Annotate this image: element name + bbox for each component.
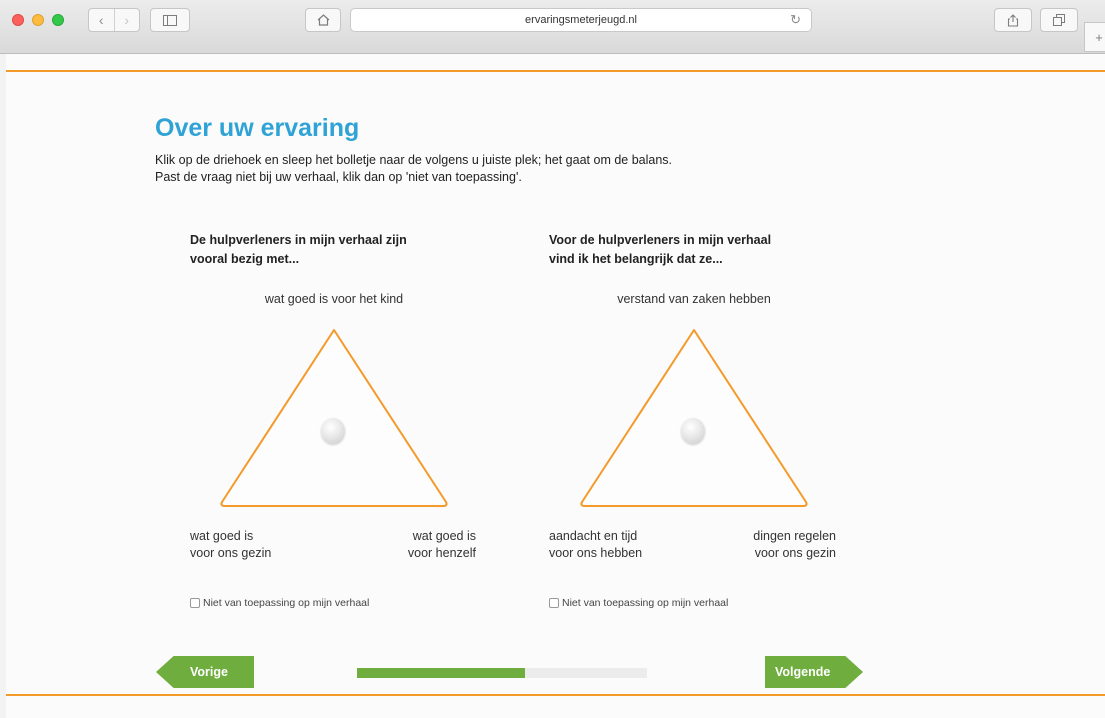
close-window-button[interactable] (12, 14, 24, 26)
progress-bar-fill (357, 668, 526, 678)
progress-bar (357, 668, 647, 678)
question-1-left-label-line-2: voor ons gezin (190, 546, 272, 560)
instructions-line-1: Klik op de driehoek en sleep het bolletj… (155, 153, 673, 167)
question-1-not-applicable-label: Niet van toepassing op mijn verhaal (203, 597, 370, 609)
instructions-line-2: Past de vraag niet bij uw verhaal, klik … (155, 170, 522, 184)
question-2-title: Voor de hulpverleners in mijn verhaal vi… (549, 231, 839, 269)
address-bar[interactable]: ervaringsmeterjeugd.nl ↻ (350, 8, 812, 32)
question-2-left-label-line-1: aandacht en tijd (549, 529, 638, 543)
question-1-left-label: wat goed is voor ons gezin (190, 528, 271, 562)
question-1-drag-handle[interactable] (321, 418, 345, 444)
page-title: Over uw ervaring (155, 114, 360, 142)
question-2-right-label-line-1: dingen regelen (753, 529, 836, 543)
browser-toolbar: ‹ › ervaringsmeterjeugd.nl ↻ + (0, 0, 1105, 54)
question-2-right-label-line-2: voor ons gezin (754, 546, 836, 560)
minimize-window-button[interactable] (32, 14, 44, 26)
question-2-not-applicable-label: Niet van toepassing op mijn verhaal (562, 597, 729, 609)
new-tab-icon[interactable]: + (1084, 22, 1105, 52)
page-content: Over uw ervaring Klik op de driehoek en … (6, 54, 1105, 718)
back-icon[interactable]: ‹ (89, 9, 114, 31)
bottom-divider (6, 694, 1105, 696)
question-1-right-label-line-2: voor henzelf (407, 546, 476, 560)
sidebar-icon[interactable] (150, 8, 190, 32)
question-1-top-label: wat goed is voor het kind (264, 292, 404, 306)
question-1-right-label-line-1: wat goed is (412, 529, 476, 543)
zoom-window-button[interactable] (52, 14, 64, 26)
url-text: ervaringsmeterjeugd.nl (525, 14, 637, 26)
share-icon[interactable] (994, 8, 1032, 32)
instructions: Klik op de driehoek en sleep het bolletj… (155, 152, 672, 186)
question-2-left-label: aandacht en tijd voor ons hebben (549, 528, 642, 562)
question-1-right-label: wat goed is voor henzelf (376, 528, 476, 562)
home-icon[interactable] (305, 8, 341, 32)
question-1-not-applicable-checkbox[interactable] (190, 598, 200, 608)
question-2-drag-handle[interactable] (681, 418, 705, 444)
question-1-title-line-2: vooral bezig met... (190, 252, 300, 266)
question-2-left-label-line-2: voor ons hebben (549, 546, 643, 560)
previous-button[interactable]: Vorige (156, 656, 254, 688)
top-divider (6, 70, 1105, 72)
question-1-title: De hulpverleners in mijn verhaal zijn vo… (190, 231, 480, 269)
forward-icon[interactable]: › (113, 9, 140, 31)
question-1-left-label-line-1: wat goed is (190, 529, 254, 543)
question-1-not-applicable[interactable]: Niet van toepassing op mijn verhaal (190, 597, 369, 609)
question-2-not-applicable[interactable]: Niet van toepassing op mijn verhaal (549, 597, 728, 609)
tabs-overview-icon[interactable] (1040, 8, 1078, 32)
history-nav: ‹ › (88, 8, 140, 32)
question-2-top-label: verstand van zaken hebben (617, 292, 771, 306)
question-2-not-applicable-checkbox[interactable] (549, 598, 559, 608)
question-1-title-line-1: De hulpverleners in mijn verhaal zijn (190, 233, 407, 247)
question-2-right-label: dingen regelen voor ons gezin (726, 528, 836, 562)
question-2-title-line-1: Voor de hulpverleners in mijn verhaal (549, 233, 772, 247)
question-2-title-line-2: vind ik het belangrijk dat ze... (549, 252, 723, 266)
reload-icon[interactable]: ↻ (790, 12, 801, 28)
next-button[interactable]: Volgende (765, 656, 863, 688)
